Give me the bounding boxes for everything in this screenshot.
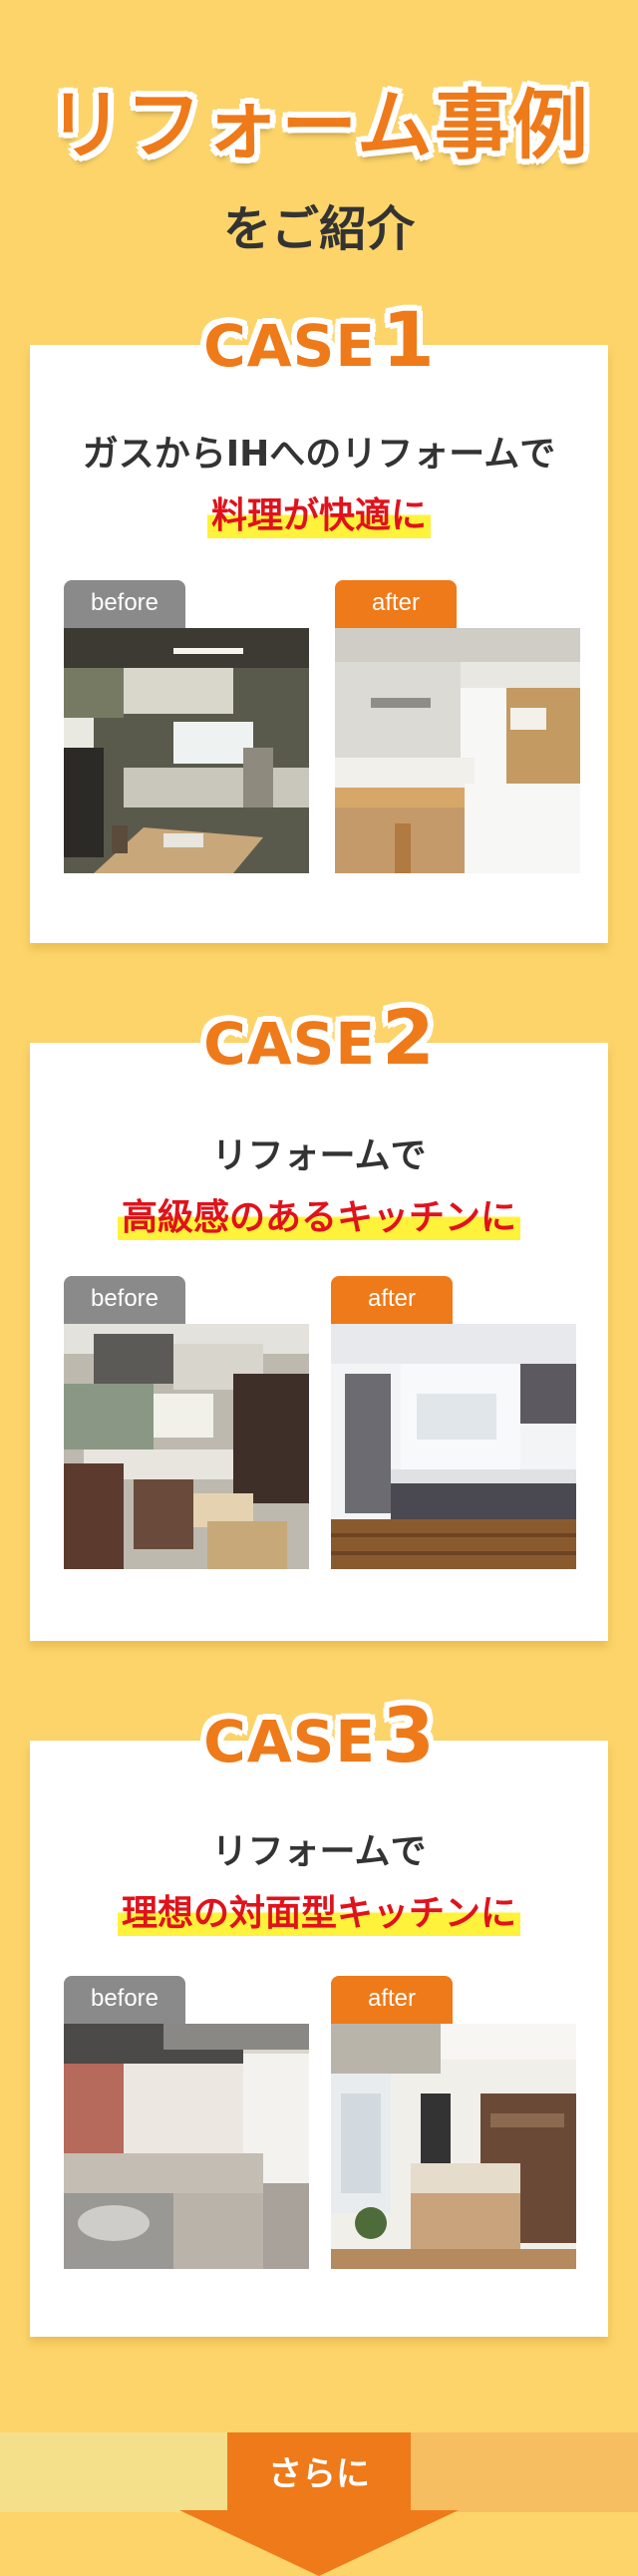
after-photo [331,2024,576,2269]
before-photo [64,1324,309,1569]
case-card-1: ガスからIHへのリフォームで 料理が快適に before after [30,345,608,943]
case-headline: リフォームで [211,1135,427,1176]
after-tag: after [331,1976,453,2024]
after-photo [331,1324,576,1569]
case-card-2: リフォームで 高級感のあるキッチンに before after [30,1043,608,1641]
case-card-3: リフォームで 理想の対面型キッチンに before after [30,1741,608,2337]
after-tag: after [335,580,457,628]
case-number: 3 [381,1691,435,1779]
case-label-3: CASE3 [0,1691,638,1779]
case-headline: ガスからIHへのリフォームで [82,434,556,475]
after-photo [335,628,580,873]
before-photo [64,2024,309,2269]
case-highlight: 高級感のあるキッチンに [30,1188,608,1240]
after-tag: after [331,1276,453,1324]
case-word: CASE [203,312,376,380]
before-photo [64,628,309,873]
case-word: CASE [203,1708,376,1775]
main-title: リフォーム事例 [48,81,590,169]
case-word: CASE [203,1010,376,1078]
sub-title: をご紹介 [222,201,415,257]
case-headline: リフォームで [211,1831,427,1872]
case-label-2: CASE2 [0,993,638,1082]
case-number: 2 [381,993,435,1082]
case-highlight: 料理が快適に [30,486,608,538]
before-tag: before [64,580,185,628]
before-tag: before [64,1976,185,2024]
case-highlight: 理想の対面型キッチンに [30,1884,608,1936]
case-number: 1 [381,295,435,384]
before-tag: before [64,1276,185,1324]
more-label: さらに [268,2454,370,2494]
more-arrow[interactable]: さらに [0,2432,638,2576]
case-label-1: CASE1 [0,295,638,384]
